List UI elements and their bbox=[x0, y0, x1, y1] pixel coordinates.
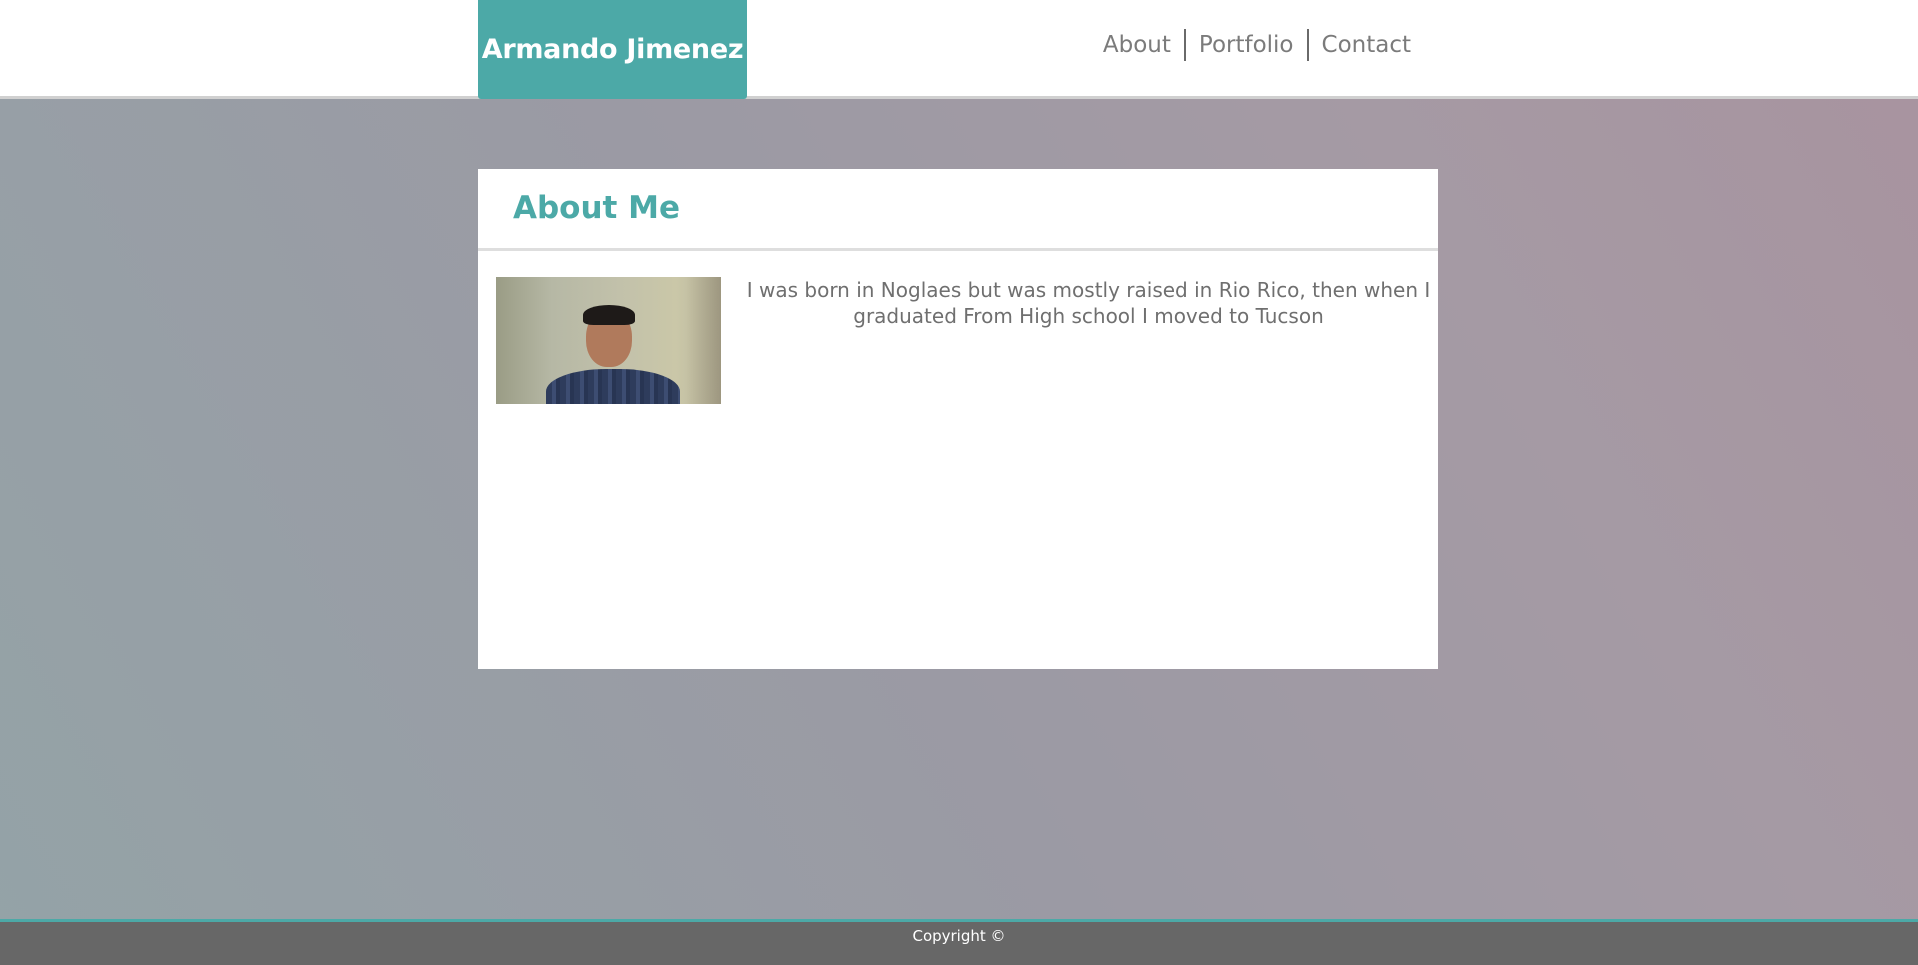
brand-logo[interactable]: Armando Jimenez bbox=[478, 0, 747, 99]
site-footer: Copyright © bbox=[0, 919, 1918, 965]
nav-link-portfolio[interactable]: Portfolio bbox=[1186, 28, 1307, 62]
profile-photo bbox=[496, 277, 721, 404]
about-card-header: About Me bbox=[478, 169, 1438, 251]
nav-link-about[interactable]: About bbox=[1090, 28, 1184, 62]
about-card: About Me I was born in Noglaes but was m… bbox=[478, 169, 1438, 669]
photo-shirt bbox=[546, 369, 680, 404]
brand-name[interactable]: Armando Jimenez bbox=[482, 34, 744, 65]
photo-hair bbox=[583, 305, 635, 325]
nav-link-contact[interactable]: Contact bbox=[1309, 28, 1424, 62]
site-header: Armando Jimenez About Portfolio Contact bbox=[0, 0, 1918, 99]
about-paragraph: I was born in Noglaes but was mostly rai… bbox=[746, 278, 1431, 328]
about-title: About Me bbox=[513, 190, 681, 226]
copyright-text: Copyright © bbox=[912, 927, 1006, 945]
photo-shadow bbox=[686, 277, 721, 404]
main-nav: About Portfolio Contact bbox=[1090, 28, 1424, 62]
